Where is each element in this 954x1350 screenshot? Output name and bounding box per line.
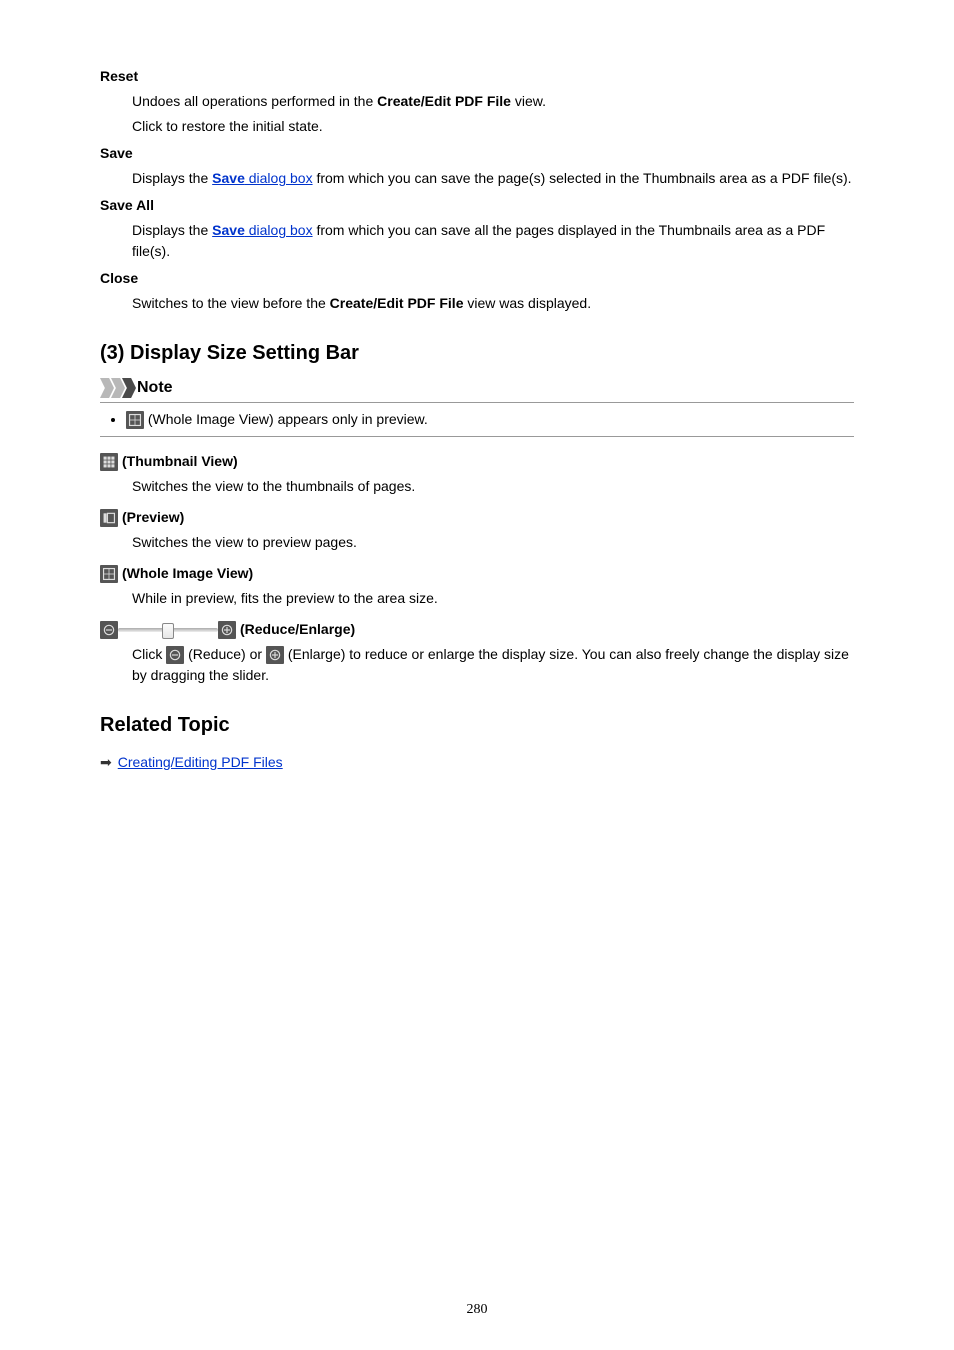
term-label: (Whole Image View) xyxy=(122,563,253,584)
link-save-dialog[interactable]: Save dialog box xyxy=(212,170,312,186)
display-size-def-list: (Thumbnail View) Switches the view to th… xyxy=(100,451,854,686)
link-tail: dialog box xyxy=(245,170,313,186)
term-label: (Thumbnail View) xyxy=(122,451,238,472)
whole-image-view-icon xyxy=(100,565,118,583)
definition-list: Reset Undoes all operations performed in… xyxy=(100,66,854,314)
text: Undoes all operations performed in the xyxy=(132,93,377,109)
note-box: (Whole Image View) appears only in previ… xyxy=(100,402,854,437)
heading-related-topic: Related Topic xyxy=(100,710,854,740)
term-close: Close xyxy=(100,268,854,289)
body-preview: Switches the view to preview pages. xyxy=(132,532,854,553)
body-close: Switches to the view before the Create/E… xyxy=(132,293,854,314)
text: from which you can save the page(s) sele… xyxy=(313,170,852,186)
preview-icon xyxy=(100,509,118,527)
term-label: (Preview) xyxy=(122,507,184,528)
reduce-icon xyxy=(100,621,118,639)
note-item: (Whole Image View) appears only in previ… xyxy=(126,409,850,430)
term-reset: Reset xyxy=(100,66,854,87)
term-label: (Reduce/Enlarge) xyxy=(240,619,355,640)
note-chevrons-icon xyxy=(100,378,133,398)
zoom-slider-graphic xyxy=(100,621,236,639)
link-bold: Save xyxy=(212,222,245,238)
note-header: Note xyxy=(100,376,854,400)
slider-thumb xyxy=(162,623,174,639)
thumbnail-view-icon xyxy=(100,453,118,471)
whole-image-view-icon xyxy=(126,411,144,429)
page-number: 280 xyxy=(0,1299,954,1320)
bold-text: Create/Edit PDF File xyxy=(330,295,464,311)
term-saveall: Save All xyxy=(100,195,854,216)
body-saveall: Displays the Save dialog box from which … xyxy=(132,220,854,262)
text: view. xyxy=(511,93,546,109)
reduce-icon-inline xyxy=(166,646,184,664)
slider-track xyxy=(118,628,218,632)
term-whole-image-view: (Whole Image View) xyxy=(100,563,854,584)
link-creating-editing-pdf[interactable]: Creating/Editing PDF Files xyxy=(118,752,283,773)
note-text: (Whole Image View) appears only in previ… xyxy=(148,411,428,427)
body-thumbnail-view: Switches the view to the thumbnails of p… xyxy=(132,476,854,497)
note-label: Note xyxy=(137,376,173,400)
term-thumbnail-view: (Thumbnail View) xyxy=(100,451,854,472)
text: Click xyxy=(132,646,166,662)
link-save-dialog-all[interactable]: Save dialog box xyxy=(212,222,312,238)
term-preview: (Preview) xyxy=(100,507,854,528)
link-tail: dialog box xyxy=(245,222,313,238)
enlarge-icon xyxy=(218,621,236,639)
body-whole-image-view: While in preview, fits the preview to th… xyxy=(132,588,854,609)
enlarge-icon-inline xyxy=(266,646,284,664)
text: (Reduce) or xyxy=(184,646,266,662)
related-topic-item: ➡ Creating/Editing PDF Files xyxy=(100,752,283,773)
arrow-right-icon: ➡ xyxy=(100,752,112,773)
term-save: Save xyxy=(100,143,854,164)
body-reset-1: Undoes all operations performed in the C… xyxy=(132,91,854,112)
text: Switches to the view before the xyxy=(132,295,330,311)
link-bold: Save xyxy=(212,170,245,186)
body-reset-2: Click to restore the initial state. xyxy=(132,116,854,137)
text: view was displayed. xyxy=(463,295,591,311)
body-reduce-enlarge: Click (Reduce) or (Enlarge) to reduce or… xyxy=(132,644,854,686)
text: Displays the xyxy=(132,222,212,238)
heading-section-3: (3) Display Size Setting Bar xyxy=(100,338,854,368)
bold-text: Create/Edit PDF File xyxy=(377,93,511,109)
text: Displays the xyxy=(132,170,212,186)
term-reduce-enlarge: (Reduce/Enlarge) xyxy=(100,619,854,640)
body-save: Displays the Save dialog box from which … xyxy=(132,168,854,189)
